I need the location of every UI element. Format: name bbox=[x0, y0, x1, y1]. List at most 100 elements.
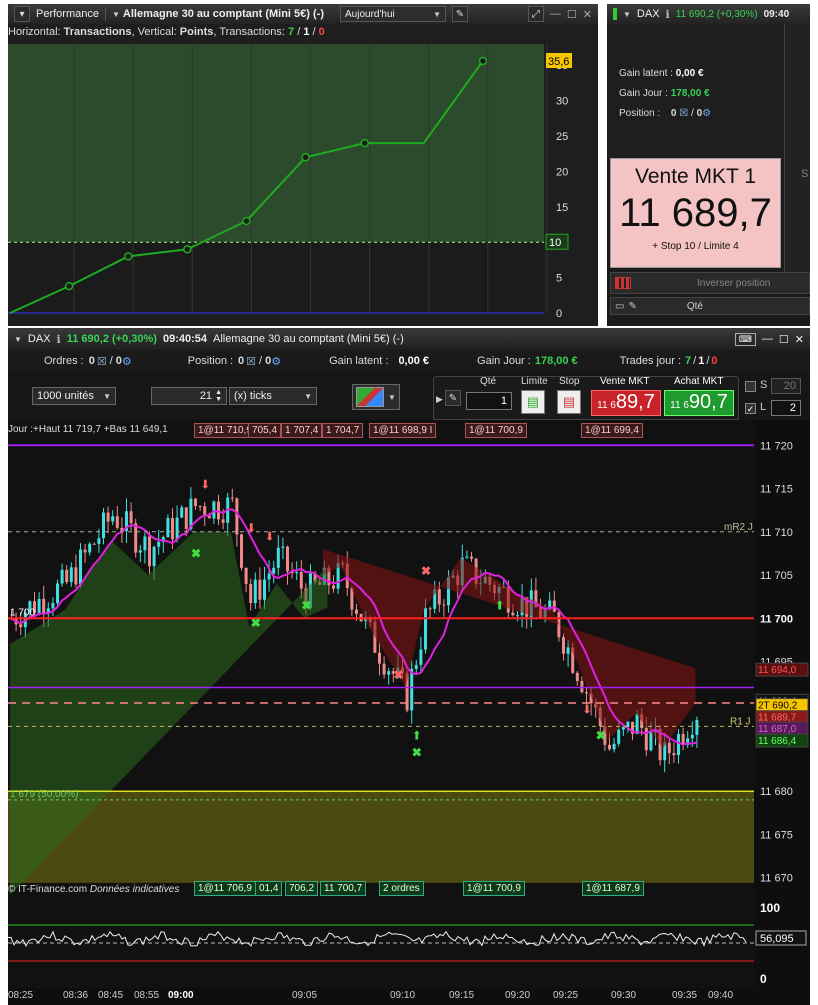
minimize-icon[interactable]: — bbox=[762, 333, 773, 345]
stop-order-button[interactable]: ▤ bbox=[557, 390, 581, 414]
candle bbox=[470, 556, 473, 559]
chart-tool-icon bbox=[356, 387, 385, 407]
order-tag[interactable]: 2 ordres bbox=[379, 881, 424, 896]
bar-icon bbox=[613, 8, 617, 20]
collapse-arrow-icon[interactable]: ▶ bbox=[436, 394, 443, 405]
candle bbox=[621, 727, 625, 730]
data-point bbox=[183, 245, 192, 254]
sell-mkt-button[interactable]: 11 6 89,7 bbox=[591, 390, 661, 416]
close-position-icon[interactable]: ☒ bbox=[246, 355, 256, 368]
order-tag[interactable]: 1@11 699,4 bbox=[581, 423, 643, 438]
candle bbox=[672, 753, 676, 756]
time-axis-label: 09:00 bbox=[168, 990, 194, 1001]
order-tag[interactable]: 1@11 700,9 bbox=[465, 423, 527, 438]
price-axis-label: 11 700 bbox=[760, 613, 793, 625]
close-position-icon[interactable]: ☒ bbox=[679, 108, 688, 119]
candle bbox=[148, 536, 151, 567]
candle bbox=[129, 511, 133, 524]
info-icon[interactable]: ℹ bbox=[666, 8, 670, 21]
sell-arrow: ⬇ bbox=[200, 478, 210, 492]
order-tag[interactable]: 1@11 710,9 bbox=[194, 423, 256, 438]
wrench-icon[interactable]: ✎ bbox=[445, 390, 461, 406]
settings-icon[interactable]: ⚙ bbox=[271, 355, 281, 368]
ticks-stepper[interactable]: 21 ▲ ▼ bbox=[151, 387, 227, 405]
order-tag[interactable]: 1@11 698,9 I bbox=[369, 423, 437, 438]
l-checkbox[interactable]: ✓ bbox=[745, 403, 756, 414]
buy-arrow: ⬆ bbox=[412, 728, 422, 742]
performance-chart: 3530252015501035,6 bbox=[8, 44, 572, 320]
candle bbox=[281, 546, 285, 548]
reverse-position-button[interactable]: Inverser position bbox=[610, 272, 810, 294]
sell-mkt-button[interactable]: Vente MKT 1 11 689,7 + Stop 10 / Limite … bbox=[610, 158, 781, 268]
s-input[interactable]: 20 bbox=[771, 378, 801, 394]
oscillator-chart[interactable]: 100 56,095 0 bbox=[8, 903, 810, 988]
candle bbox=[516, 615, 519, 617]
order-tag[interactable]: 1@11 700,9 bbox=[463, 881, 525, 896]
order-tag[interactable]: 1 704,7 bbox=[322, 423, 364, 438]
candle bbox=[690, 734, 694, 739]
data-point bbox=[64, 281, 74, 291]
zone-50pct bbox=[8, 791, 754, 883]
candle bbox=[198, 506, 202, 508]
candle bbox=[635, 714, 639, 734]
order-tag[interactable]: 1 707,4 bbox=[281, 423, 323, 438]
data-point bbox=[360, 138, 369, 148]
candle bbox=[511, 612, 515, 616]
candle bbox=[37, 598, 41, 614]
chart-tool-button[interactable]: ▼ bbox=[352, 384, 400, 410]
order-tag[interactable]: 705,4 bbox=[248, 423, 282, 438]
candle bbox=[74, 567, 78, 585]
candle bbox=[428, 608, 432, 610]
order-tag[interactable]: 706,2 bbox=[285, 881, 319, 896]
cancel-orders-icon[interactable]: ☒ bbox=[97, 355, 107, 368]
candle bbox=[152, 546, 156, 567]
ticks-unit-select[interactable]: (x) ticks ▼ bbox=[229, 387, 317, 405]
candle bbox=[194, 498, 197, 507]
candle bbox=[608, 744, 611, 750]
info-icon[interactable]: ℹ bbox=[57, 333, 61, 346]
settings-icon[interactable]: ⚙ bbox=[122, 355, 132, 368]
quantity-input[interactable]: 1 bbox=[466, 392, 512, 410]
candle bbox=[410, 668, 414, 711]
screen-icon[interactable]: ▭ bbox=[615, 301, 624, 312]
exit-marker: ✖ bbox=[301, 599, 311, 613]
order-tag[interactable]: 1@11 687,9 bbox=[582, 881, 644, 896]
buy-mkt-button[interactable]: 11 6 90,7 bbox=[664, 390, 734, 416]
candle bbox=[244, 567, 248, 584]
maximize-icon[interactable]: ☐ bbox=[779, 333, 789, 346]
price-box-label: 11 686,4 bbox=[758, 736, 797, 747]
price-axis-label: 11 710 bbox=[760, 527, 793, 539]
window-menu-icon[interactable]: ▼ bbox=[14, 335, 22, 344]
wrench-icon[interactable]: ✎ bbox=[628, 301, 636, 312]
candle bbox=[171, 518, 174, 540]
candle bbox=[134, 523, 138, 553]
close-icon[interactable]: ✕ bbox=[795, 333, 804, 346]
keyboard-icon[interactable]: ⌨ bbox=[734, 332, 756, 346]
candle bbox=[157, 541, 161, 547]
dax-chart-titlebar: ▼ DAX ℹ 11 690,2 (+0,30%) 09:40:54 Allem… bbox=[8, 328, 810, 350]
order-tag[interactable]: 01,4 bbox=[255, 881, 283, 896]
exit-marker-red: ✖ bbox=[421, 564, 431, 578]
limit-order-button[interactable]: ▤ bbox=[521, 390, 545, 414]
price-chart[interactable]: ✖ ✖ ✖ ✖ ✖ ✖ ✖ ⬇ ⬇ ⬇ ⬇ ⬆ ⬆ 11 720 11 715 11 710 11 705 11 … bbox=[8, 420, 810, 903]
settings-icon[interactable]: ⚙ bbox=[702, 108, 711, 119]
candle bbox=[557, 611, 561, 638]
order-tag[interactable]: 11 700,7 bbox=[320, 881, 367, 896]
s-checkbox[interactable] bbox=[745, 381, 756, 392]
window-menu-icon[interactable]: ▼ bbox=[623, 10, 631, 19]
y-tick-label: 30 bbox=[556, 96, 568, 108]
candle bbox=[575, 672, 579, 682]
candle bbox=[562, 637, 565, 654]
osc-bottom-label: 0 bbox=[760, 972, 767, 986]
candle bbox=[424, 608, 427, 650]
side-s-button[interactable]: S bbox=[801, 168, 808, 180]
candle bbox=[97, 538, 101, 544]
data-point bbox=[478, 56, 488, 66]
order-tag[interactable]: 1@11 706,9 bbox=[194, 881, 256, 896]
data-point bbox=[123, 252, 133, 261]
candle bbox=[175, 517, 179, 540]
price-axis-label: 11 715 bbox=[760, 484, 793, 496]
l-input[interactable]: 2 bbox=[771, 400, 801, 416]
units-select[interactable]: 1000 unités ▼ bbox=[32, 387, 116, 405]
last-value-label: 35,6 bbox=[548, 56, 569, 68]
